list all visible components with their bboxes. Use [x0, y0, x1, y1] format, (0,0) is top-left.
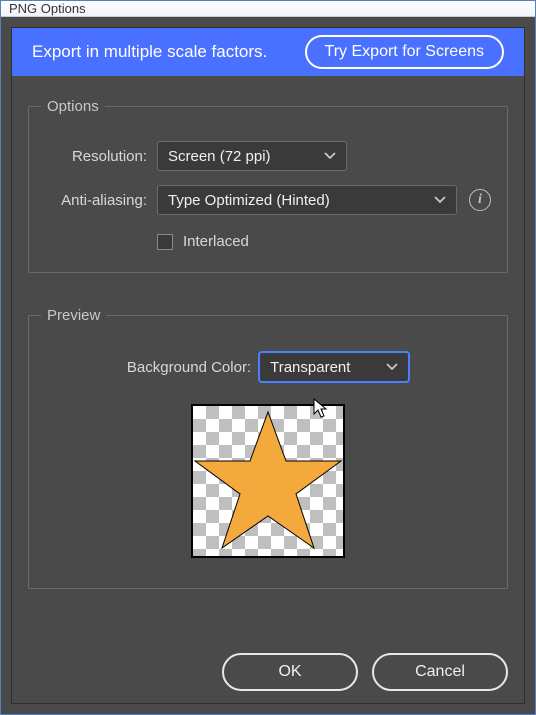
resolution-label: Resolution: — [45, 148, 157, 165]
preview-group: Preview Background Color: Transparent — [28, 307, 508, 589]
ok-button[interactable]: OK — [222, 653, 358, 691]
bgcolor-value: Transparent — [270, 359, 350, 376]
antialias-value: Type Optimized (Hinted) — [168, 192, 330, 209]
chevron-down-icon — [386, 363, 398, 371]
star-shape-icon — [193, 406, 343, 556]
antialias-select[interactable]: Type Optimized (Hinted) — [157, 185, 457, 215]
preview-area — [45, 404, 491, 558]
export-banner: Export in multiple scale factors. Try Ex… — [12, 28, 524, 76]
titlebar[interactable]: PNG Options — [1, 1, 535, 17]
resolution-row: Resolution: Screen (72 ppi) — [45, 141, 491, 171]
resolution-value: Screen (72 ppi) — [168, 148, 271, 165]
banner-text: Export in multiple scale factors. — [32, 42, 267, 62]
bgcolor-select[interactable]: Transparent — [259, 352, 409, 382]
info-icon[interactable]: i — [469, 189, 491, 211]
try-export-label: Try Export for Screens — [325, 43, 484, 60]
ok-label: OK — [278, 663, 301, 681]
try-export-for-screens-button[interactable]: Try Export for Screens — [305, 35, 504, 69]
interlaced-checkbox[interactable] — [157, 234, 173, 250]
info-glyph: i — [478, 192, 482, 208]
chevron-down-icon — [434, 196, 446, 204]
main-panel: Export in multiple scale factors. Try Ex… — [11, 27, 525, 704]
chevron-down-icon — [324, 152, 336, 160]
preview-legend: Preview — [41, 307, 106, 324]
options-legend: Options — [41, 98, 105, 115]
bgcolor-label: Background Color: — [127, 359, 251, 376]
dialog-footer: OK Cancel — [12, 641, 524, 703]
window-title: PNG Options — [9, 1, 86, 16]
antialias-label: Anti-aliasing: — [45, 192, 157, 209]
interlaced-row: Interlaced — [157, 233, 491, 250]
cancel-button[interactable]: Cancel — [372, 653, 508, 691]
content-area: Options Resolution: Screen (72 ppi) Anti… — [12, 76, 524, 641]
client-area: Export in multiple scale factors. Try Ex… — [1, 17, 535, 714]
bgcolor-row: Background Color: Transparent — [45, 352, 491, 382]
interlaced-label: Interlaced — [183, 233, 249, 250]
cancel-label: Cancel — [415, 663, 465, 681]
preview-image — [191, 404, 345, 558]
antialias-row: Anti-aliasing: Type Optimized (Hinted) i — [45, 185, 491, 215]
options-group: Options Resolution: Screen (72 ppi) Anti… — [28, 98, 508, 273]
resolution-select[interactable]: Screen (72 ppi) — [157, 141, 347, 171]
png-options-dialog: PNG Options Export in multiple scale fac… — [0, 0, 536, 715]
